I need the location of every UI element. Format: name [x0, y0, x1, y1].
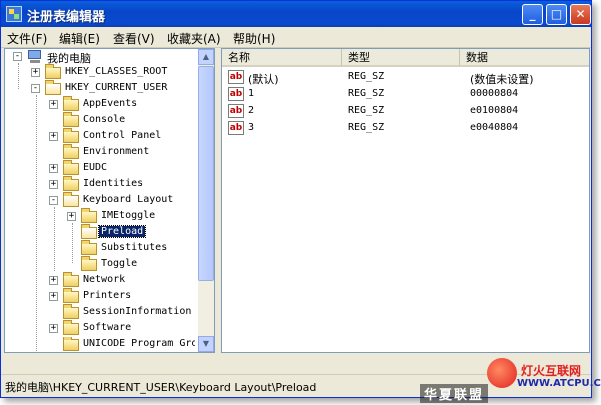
column-header-type[interactable]: 类型 [342, 49, 460, 67]
scroll-thumb[interactable] [198, 66, 214, 281]
collapse-icon[interactable]: - [31, 84, 40, 93]
value-name: 1 [248, 88, 255, 99]
value-data: e0100804 [470, 105, 519, 116]
collapse-icon[interactable]: - [49, 196, 58, 205]
list-row-1[interactable]: ab 1 REG_SZ 00000804 [222, 86, 589, 103]
tree-node-unicode-program-groups[interactable]: UNICODE Program Gro [45, 337, 195, 352]
expand-icon[interactable]: + [49, 180, 58, 189]
minimize-button[interactable]: _ [522, 4, 543, 25]
tree-node-label: Software [83, 322, 132, 333]
string-value-icon: ab [228, 70, 244, 84]
expand-icon[interactable]: + [49, 132, 58, 141]
tree-node-label: SessionInformation [83, 306, 192, 317]
title-bar[interactable]: 注册表编辑器 _ □ ✕ [1, 1, 591, 27]
value-list[interactable]: 名称 类型 数据 ab (默认) REG_SZ (数值未设置) ab 1 REG… [221, 48, 590, 353]
tree-node-label: EUDC [83, 162, 108, 173]
status-path: 我的电脑\HKEY_CURRENT_USER\Keyboard Layout\P… [5, 381, 317, 394]
open-folder-icon [45, 80, 61, 95]
menu-help[interactable]: 帮助(H) [233, 30, 275, 47]
tree-node-label: Keyboard Layout [83, 194, 174, 205]
value-type: REG_SZ [348, 105, 385, 116]
tree-node-label: AppEvents [83, 98, 138, 109]
folder-icon [63, 176, 79, 191]
collapse-icon[interactable]: - [13, 52, 22, 61]
tree-node-label: Substitutes [101, 242, 168, 253]
folder-icon [81, 240, 97, 255]
tree-node-label: Toggle [101, 258, 138, 269]
menu-favorites[interactable]: 收藏夹(A) [167, 30, 221, 47]
expand-icon[interactable]: + [67, 212, 76, 221]
scroll-up-arrow-icon[interactable]: ▲ [198, 49, 214, 65]
folder-icon [63, 96, 79, 111]
tree-node-label: HKEY_CLASSES_ROOT [65, 66, 168, 77]
folder-icon [63, 112, 79, 127]
maximize-button[interactable]: □ [546, 4, 567, 25]
window-title: 注册表编辑器 [27, 10, 106, 25]
string-value-icon: ab [228, 104, 244, 118]
menu-file[interactable]: 文件(F) [7, 30, 47, 47]
scroll-down-arrow-icon[interactable]: ▼ [198, 336, 214, 352]
tree-node-label: Environment [83, 146, 150, 157]
tree-vertical-scrollbar[interactable]: ▲ ▼ [198, 49, 214, 352]
folder-icon [63, 337, 79, 351]
open-folder-icon [81, 224, 97, 239]
folder-icon [63, 272, 79, 287]
folder-icon [45, 64, 61, 79]
folder-icon [81, 208, 97, 223]
expand-icon[interactable]: + [49, 276, 58, 285]
expand-icon[interactable]: + [49, 100, 58, 109]
folder-icon [63, 144, 79, 159]
expand-icon[interactable]: + [49, 164, 58, 173]
watermark-text: 华夏联盟 [420, 384, 489, 403]
open-folder-icon [63, 192, 79, 207]
tree-node-label: Identities [83, 178, 144, 189]
tree-node-label: Control Panel [83, 130, 162, 141]
value-data: 00000804 [470, 88, 519, 99]
tree-node-label: HKEY_CURRENT_USER [65, 82, 168, 93]
expand-icon[interactable]: + [49, 292, 58, 301]
list-row-3[interactable]: ab 3 REG_SZ e0040804 [222, 120, 589, 137]
tree-node-label-selected: Preload [97, 225, 147, 238]
tree-node-label: Console [83, 114, 126, 125]
value-name: 3 [248, 122, 255, 133]
watermark-site-name: 灯火互联网 [521, 364, 582, 378]
menu-view[interactable]: 查看(V) [113, 30, 155, 47]
folder-icon [63, 320, 79, 335]
registry-editor-window: 注册表编辑器 _ □ ✕ 文件(F) 编辑(E) 查看(V) 收藏夹(A) 帮助… [0, 0, 592, 398]
value-type: REG_SZ [348, 71, 385, 82]
menu-bar: 文件(F) 编辑(E) 查看(V) 收藏夹(A) 帮助(H) [1, 27, 591, 48]
folder-icon [63, 288, 79, 303]
expand-icon[interactable]: + [31, 68, 40, 77]
registry-tree[interactable]: - 我的电脑 + HKEY_CLASSES_ROOT - HKEY_CURREN… [4, 48, 215, 353]
string-value-icon: ab [228, 87, 244, 101]
list-row-2[interactable]: ab 2 REG_SZ e0100804 [222, 103, 589, 120]
folder-icon [63, 160, 79, 175]
regedit-app-icon [6, 6, 22, 22]
watermark-site-url: WWW.ATCPU.COM [517, 378, 601, 389]
value-data: (数值未设置) [470, 73, 534, 86]
close-button[interactable]: ✕ [570, 4, 591, 25]
tree-node-label: Network [83, 274, 126, 285]
list-row-default[interactable]: ab (默认) REG_SZ (数值未设置) [222, 69, 589, 86]
value-type: REG_SZ [348, 122, 385, 133]
value-data: e0040804 [470, 122, 519, 133]
computer-icon [27, 50, 43, 63]
menu-edit[interactable]: 编辑(E) [59, 30, 100, 47]
column-header-data[interactable]: 数据 [460, 49, 589, 67]
value-name: (默认) [248, 73, 279, 86]
string-value-icon: ab [228, 121, 244, 135]
column-header-name[interactable]: 名称 [222, 49, 342, 67]
folder-icon [63, 128, 79, 143]
tree-node-label: UNICODE Program Gro [83, 338, 195, 349]
value-type: REG_SZ [348, 88, 385, 99]
value-name: 2 [248, 105, 255, 116]
folder-icon [81, 256, 97, 271]
site-logo-icon [487, 358, 517, 388]
tree-node-label: IMEtoggle [101, 210, 156, 221]
folder-icon [63, 304, 79, 319]
tree-node-label: Printers [83, 290, 132, 301]
expand-icon[interactable]: + [49, 324, 58, 333]
